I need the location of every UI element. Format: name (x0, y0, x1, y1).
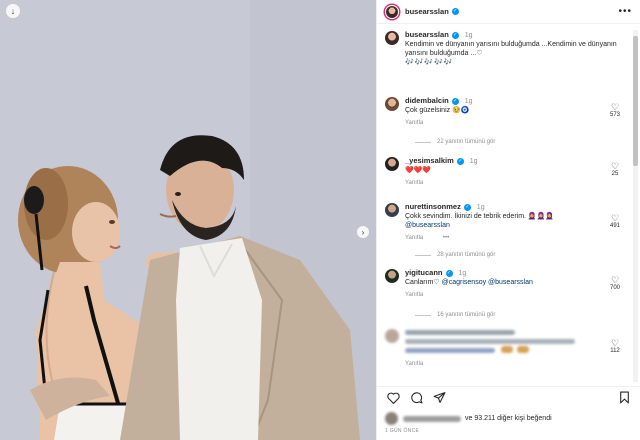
caption-username[interactable]: busearsslan (405, 30, 449, 39)
view-replies-label: 22 yanıtın tümünü gör (437, 139, 496, 145)
heart-icon[interactable]: ♡ (607, 102, 623, 112)
comment-mention[interactable]: @cagrisensoy @busearsslan (442, 279, 533, 286)
reply-button[interactable]: Yanıtla (405, 235, 423, 241)
comments-scrollbar[interactable] (633, 30, 638, 382)
bookmark-icon (619, 391, 629, 404)
comment-item: yigitucann ✓ 1g Canlarım♡ @cagrisensoy @b… (385, 268, 625, 300)
more-options-icon[interactable]: ••• (618, 6, 632, 17)
comment-text: ❤️❤️❤️ (405, 167, 432, 174)
share-icon (433, 392, 445, 403)
comment-time: 1g (464, 98, 473, 105)
comment-item: Yanıtla (385, 328, 625, 369)
commenter-avatar[interactable] (385, 329, 399, 343)
reply-row: Yanıtla ••• (405, 234, 625, 243)
view-replies-button[interactable]: 28 yanıtın tümünü gör (415, 252, 495, 258)
view-replies-label: 16 yanıtın tümünü gör (437, 312, 496, 318)
comment-text: Çok güzelsiniz 🥹🧿 (405, 107, 470, 114)
scrollbar-thumb[interactable] (633, 36, 638, 166)
chevron-right-icon: › (361, 227, 365, 237)
heart-icon (386, 392, 400, 404)
comment-list[interactable]: busearsslan ✓ 1g Kendimin ve dünyanın yar… (377, 30, 629, 382)
comment-like[interactable]: ♡ 112 (607, 338, 623, 354)
like-count: 573 (609, 112, 620, 118)
liker-avatar (385, 412, 398, 425)
commenter-avatar[interactable] (385, 203, 399, 217)
commenter-avatar[interactable] (385, 157, 399, 171)
comment-username[interactable]: _yesimsalkim (405, 156, 454, 165)
comment-item: didembalcin ✓ 1g Çok güzelsiniz 🥹🧿 Yanıtl… (385, 96, 625, 128)
view-replies-button[interactable]: 22 yanıtın tümünü gör (415, 139, 495, 145)
reply-button[interactable]: Yanıtla (405, 179, 625, 188)
post-caption: busearsslan ✓ 1g Kendimin ve dünyanın yar… (385, 30, 625, 67)
comment-item: _yesimsalkim ✓ 1g ❤️❤️❤️ Yanıtla (385, 156, 625, 188)
bookmark-button[interactable] (617, 391, 631, 405)
view-replies-button[interactable]: 16 yanıtın tümünü gör (415, 312, 495, 318)
verified-badge-icon: ✓ (451, 8, 459, 15)
verified-badge-icon: ✓ (463, 204, 471, 211)
comment-button[interactable] (409, 391, 423, 405)
like-count: 491 (609, 223, 620, 229)
heart-icon[interactable]: ♡ (607, 338, 623, 348)
verified-badge-icon: ✓ (451, 98, 459, 105)
comment-time: 1g (476, 204, 485, 211)
post-time: 1 GÜN ÖNCE (385, 428, 420, 434)
heart-icon[interactable]: ♡ (607, 275, 623, 285)
share-button[interactable] (432, 391, 446, 405)
caption-emojis: 🎶🎶🎶🎶🎶 (405, 59, 454, 66)
arrow-down-icon: ↓ (10, 6, 16, 16)
comment-more-icon[interactable]: ••• (443, 235, 449, 241)
reply-button[interactable]: Yanıtla (405, 291, 625, 300)
blurred-comment-content (405, 330, 625, 356)
comment-like[interactable]: ♡ 25 (607, 161, 623, 177)
comment-username[interactable]: nurettinsonmez (405, 202, 461, 211)
comment-like[interactable]: ♡ 491 (607, 213, 623, 229)
heart-icon[interactable]: ♡ (607, 213, 623, 223)
comment-time: 1g (469, 158, 478, 165)
verified-badge-icon: ✓ (456, 158, 464, 165)
post-side-panel: busearsslan ✓ ••• busearsslan ✓ 1g Kendim… (376, 0, 640, 440)
blurred-liker-name (403, 415, 461, 422)
comment-item: nurettinsonmez ✓ 1g Çokk sevindim. İkiniz… (385, 202, 625, 243)
caption-text: Kendimin ve dünyanın yarısını bulduğumda… (405, 41, 617, 57)
comment-username[interactable]: didembalcin (405, 96, 449, 105)
verified-badge-icon: ✓ (445, 270, 453, 277)
next-photo-button[interactable]: › (357, 226, 369, 238)
like-count: 112 (610, 348, 620, 354)
verified-badge-icon: ✓ (451, 32, 459, 39)
reply-button[interactable]: Yanıtla (405, 360, 625, 369)
comment-text: Canlarım♡ (405, 279, 440, 286)
action-bar (377, 386, 640, 408)
comment-mention[interactable]: @busearsslan (405, 221, 625, 230)
commenter-avatar[interactable] (385, 269, 399, 283)
couple-photo (0, 0, 376, 440)
view-replies-label: 28 yanıtın tümünü gör (437, 252, 496, 258)
comment-like[interactable]: ♡ 700 (607, 275, 623, 291)
reply-button[interactable]: Yanıtla (405, 119, 625, 128)
caption-time: 1g (464, 32, 473, 39)
like-count: 25 (611, 171, 619, 177)
likes-summary-text: ve 93.211 diğer kişi beğendi (465, 415, 552, 422)
like-button[interactable] (386, 391, 400, 405)
comment-like[interactable]: ♡ 573 (607, 102, 623, 118)
likes-summary[interactable]: ve 93.211 diğer kişi beğendi (385, 412, 552, 425)
post-photo[interactable]: ↓ › (0, 0, 376, 440)
comment-text: Çokk sevindim. İkinizi de tebrik ederim.… (405, 213, 555, 220)
like-count: 700 (609, 285, 620, 291)
post-header: busearsslan ✓ ••• (377, 0, 640, 24)
commenter-avatar[interactable] (385, 97, 399, 111)
caption-avatar[interactable] (385, 31, 399, 45)
instagram-post-view: ↓ › busearsslan ✓ ••• busearsslan ✓ 1g K… (0, 0, 640, 440)
comment-username[interactable]: yigitucann (405, 268, 443, 277)
comment-icon (410, 392, 422, 404)
author-username[interactable]: busearsslan (405, 7, 449, 16)
heart-icon[interactable]: ♡ (607, 161, 623, 171)
save-photo-button[interactable]: ↓ (6, 4, 20, 18)
comment-time: 1g (458, 270, 467, 277)
author-avatar[interactable] (385, 4, 399, 19)
